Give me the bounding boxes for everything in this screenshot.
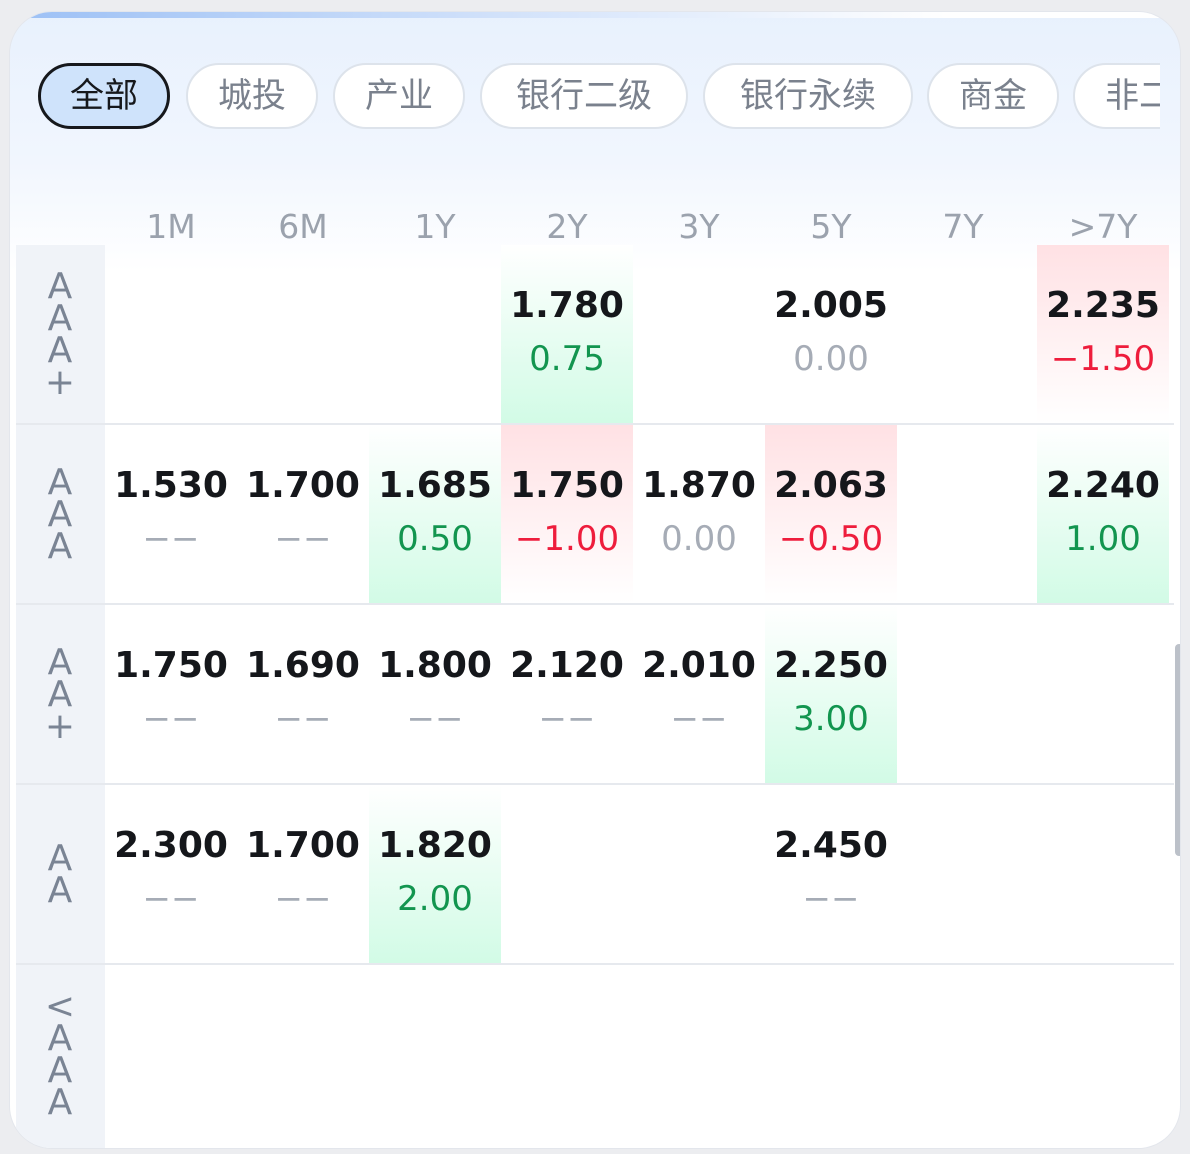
column-header-0: 1M <box>146 207 196 246</box>
yield-value: 1.750 <box>114 645 228 686</box>
category-tabs: 全部 城投 产业 银行二级 银行永续 商金 非二 <box>38 63 1160 133</box>
yield-change: −− <box>670 699 728 739</box>
rating-label-char: A <box>47 1082 73 1123</box>
yield-cell[interactable]: 2.300 −− <box>105 785 237 963</box>
rating-label: A A + <box>38 645 82 747</box>
tab-6[interactable]: 非二 <box>1073 63 1160 129</box>
yield-change: 1.00 <box>1065 519 1141 559</box>
column-header-4: 3Y <box>678 207 720 246</box>
yield-value: 1.750 <box>510 465 624 506</box>
yield-cell[interactable]: 2.005 0.00 <box>765 245 897 423</box>
yield-value: 2.010 <box>642 645 756 686</box>
yield-change: −− <box>274 879 332 919</box>
rating-label-char: A <box>47 870 73 911</box>
yield-cell[interactable]: 1.690 −− <box>237 605 369 783</box>
yield-value: 1.870 <box>642 465 756 506</box>
yield-cell[interactable]: 2.010 −− <box>633 605 765 783</box>
yield-value: 1.690 <box>246 645 360 686</box>
rating-label: < A A A <box>38 989 82 1123</box>
yield-change: −− <box>802 879 860 919</box>
row-divider <box>16 963 1174 965</box>
column-header-3: 2Y <box>546 207 588 246</box>
column-header-7: >7Y <box>1068 207 1138 246</box>
yield-cell[interactable]: 2.120 −− <box>501 605 633 783</box>
yield-change: 0.00 <box>793 339 869 379</box>
yield-value: 2.120 <box>510 645 624 686</box>
yield-cell[interactable]: 1.750 −1.00 <box>501 425 633 603</box>
tab-0[interactable]: 全部 <box>38 63 170 129</box>
yield-value: 2.300 <box>114 825 228 866</box>
yield-change: −− <box>274 519 332 559</box>
yield-cell[interactable]: 2.250 3.00 <box>765 605 897 783</box>
yield-change: −1.50 <box>1050 339 1156 379</box>
yield-value: 1.700 <box>246 825 360 866</box>
yield-change: −− <box>142 699 200 739</box>
column-header-5: 5Y <box>810 207 852 246</box>
yield-value: 2.063 <box>774 465 888 506</box>
yield-cell[interactable]: 1.820 2.00 <box>369 785 501 963</box>
yield-change: −− <box>274 699 332 739</box>
yield-cell[interactable]: 1.700 −− <box>237 425 369 603</box>
yield-cell[interactable]: 2.240 1.00 <box>1037 425 1169 603</box>
yield-cell[interactable]: 2.235 −1.50 <box>1037 245 1169 423</box>
yield-cell[interactable]: 1.780 0.75 <box>501 245 633 423</box>
yield-value: 1.780 <box>510 285 624 326</box>
yield-change: 2.00 <box>397 879 473 919</box>
yield-value: 2.235 <box>1046 285 1160 326</box>
yield-value: 2.450 <box>774 825 888 866</box>
yield-change: 0.75 <box>529 339 605 379</box>
tab-1[interactable]: 城投 <box>186 63 318 129</box>
yield-change: 3.00 <box>793 699 869 739</box>
yield-cell[interactable]: 1.530 −− <box>105 425 237 603</box>
yield-value: 2.005 <box>774 285 888 326</box>
yield-value: 1.700 <box>246 465 360 506</box>
yield-change: −0.50 <box>778 519 884 559</box>
yield-change: −− <box>142 519 200 559</box>
yield-value: 1.800 <box>378 645 492 686</box>
yield-change: 0.50 <box>397 519 473 559</box>
rating-label: A A A + <box>38 269 82 403</box>
yield-change: −− <box>142 879 200 919</box>
yield-value: 2.240 <box>1046 465 1160 506</box>
yield-change: −− <box>538 699 596 739</box>
yield-cell[interactable]: 1.800 −− <box>369 605 501 783</box>
tab-3[interactable]: 银行二级 <box>480 63 688 129</box>
tab-2[interactable]: 产业 <box>333 63 465 129</box>
rating-label: AA <box>38 841 82 911</box>
yield-value: 1.685 <box>378 465 492 506</box>
yield-value: 2.250 <box>774 645 888 686</box>
rating-label-char: + <box>44 706 76 747</box>
yield-change: −1.00 <box>514 519 620 559</box>
yield-value: 1.530 <box>114 465 228 506</box>
rating-label-char: A <box>47 526 73 567</box>
yield-change: 0.00 <box>661 519 737 559</box>
column-header-1: 6M <box>278 207 328 246</box>
rating-label-char: + <box>44 362 76 403</box>
yield-cell[interactable]: 1.870 0.00 <box>633 425 765 603</box>
yield-cell[interactable]: 1.700 −− <box>237 785 369 963</box>
column-header-2: 1Y <box>414 207 456 246</box>
yield-change: −− <box>406 699 464 739</box>
yield-cell[interactable]: 1.685 0.50 <box>369 425 501 603</box>
tab-5[interactable]: 商金 <box>927 63 1059 129</box>
rating-label: AAA <box>38 465 82 567</box>
tab-4[interactable]: 银行永续 <box>703 63 913 129</box>
column-header-6: 7Y <box>942 207 984 246</box>
yield-cell[interactable]: 1.750 −− <box>105 605 237 783</box>
yield-matrix-card: 全部 城投 产业 银行二级 银行永续 商金 非二 1M 6M 1Y 2Y 3Y 5Y 7Y >7Y AAA… <box>10 12 1180 1148</box>
yield-value: 1.820 <box>378 825 492 866</box>
vertical-scrollbar[interactable] <box>1175 644 1180 856</box>
yield-cell[interactable]: 2.450 −− <box>765 785 897 963</box>
yield-cell[interactable]: 2.063 −0.50 <box>765 425 897 603</box>
